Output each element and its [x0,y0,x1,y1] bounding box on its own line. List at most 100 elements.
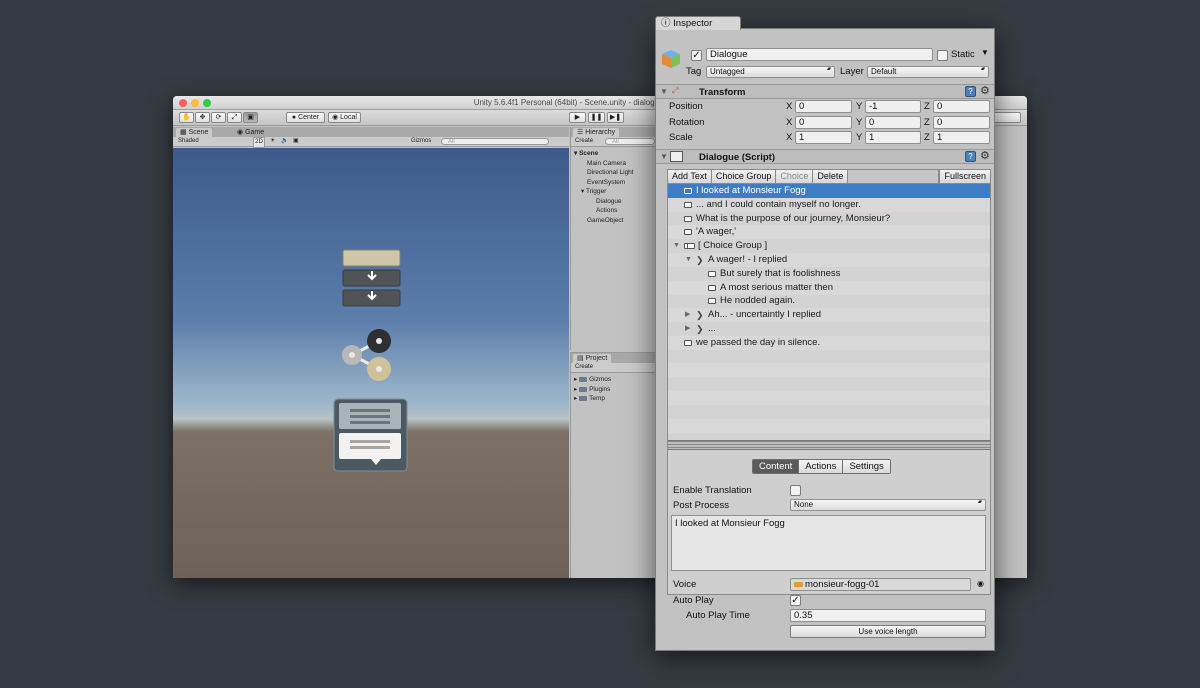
layer-dropdown[interactable]: Default [867,66,989,78]
lighting-toggle-icon[interactable]: ☀ [270,137,275,146]
gear-icon[interactable]: ⚙ [980,151,990,162]
dialogue-tree-row[interactable]: ... and I could contain myself no longer… [668,197,990,212]
position-x-field[interactable]: 0 [795,100,852,113]
effects-toggle-icon[interactable]: ▣ [293,137,299,146]
dialogue-tree-row[interactable]: He nodded again. [668,294,990,308]
dialogue-tree-row[interactable]: ▼ [ Choice Group ] [668,239,990,253]
dialogue-tree-row[interactable]: ▶ ❯... [668,322,990,336]
tab-project[interactable]: ▤ Project [573,354,612,363]
tab-inspector[interactable]: ⓘ Inspector [655,16,741,30]
project-folder-list: ▸ Gizmos ▸ Plugins ▸ Temp [571,373,656,404]
tab-actions[interactable]: Actions [799,460,844,473]
position-y-field[interactable]: -1 [865,100,921,113]
tab-hierarchy[interactable]: ☰ Hierarchy [573,128,620,137]
voice-value: monsieur-fogg-01 [805,579,880,590]
expand-right-icon[interactable]: ▶ [685,308,690,322]
minimize-window-button[interactable] [191,99,199,107]
gear-icon[interactable]: ⚙ [980,86,990,97]
scene-viewport[interactable] [173,148,569,578]
object-picker-icon[interactable]: ◉ [977,579,984,588]
hierarchy-create-dropdown[interactable]: Create [575,137,593,146]
enable-translation-checkbox[interactable] [790,485,801,496]
hierarchy-item[interactable]: Actions [571,206,656,216]
audio-toggle-icon[interactable]: 🔈 [281,137,288,146]
expand-down-icon[interactable]: ▼ [673,239,680,253]
mode-2d-toggle[interactable]: 2D [253,137,265,148]
rect-tool-button[interactable]: ▣ [243,112,258,123]
hierarchy-item[interactable]: EventSystem [571,178,656,188]
pivot-local-button[interactable]: ◉ Local [328,112,361,123]
dialogue-tree-row[interactable]: ▼ ❯ A wager! - I replied [668,253,990,267]
object-name-field[interactable]: Dialogue [706,48,933,61]
add-text-button[interactable]: Add Text [668,170,712,183]
project-folder-item[interactable]: ▸ Gizmos [571,375,656,385]
hierarchy-item[interactable]: Directional Light [571,168,656,178]
post-process-dropdown[interactable]: None [790,499,986,511]
static-dropdown-icon[interactable]: ▼ [981,48,989,57]
scale-tool-button[interactable]: ⤢ [227,112,242,123]
tab-scene[interactable]: ▦ Scene [176,128,213,137]
play-button[interactable]: ▶ [569,112,586,123]
dialogue-text-area[interactable]: I looked at Monsieur Fogg [671,515,986,571]
tab-project-label: Project [585,355,608,362]
hierarchy-search-input[interactable]: All [605,138,655,145]
expand-right-icon[interactable]: ▶ [685,322,690,336]
info-icon: ⓘ [661,18,671,29]
hierarchy-item-label: Scene [579,150,599,157]
tab-settings[interactable]: Settings [843,460,890,473]
move-tool-button[interactable]: ✥ [195,112,210,123]
panel-splitter[interactable] [668,440,990,450]
tab-content[interactable]: Content [753,460,800,473]
hierarchy-item-label: Trigger [585,188,607,195]
dialogue-script-header[interactable]: ▼ Dialogue (Script) ? ⚙ [656,149,994,164]
tag-dropdown[interactable]: Untagged [706,66,835,78]
hierarchy-item[interactable]: Main Camera [571,159,656,169]
dialogue-tree-row[interactable]: What is the purpose of our journey, Mons… [668,212,990,226]
rotation-y-field[interactable]: 0 [865,116,921,129]
rotation-x-field[interactable]: 0 [795,116,852,129]
position-z-field[interactable]: 0 [933,100,990,113]
close-window-button[interactable] [179,99,187,107]
use-voice-length-button[interactable]: Use voice length [790,625,986,638]
active-checkbox[interactable]: ✓ [691,50,702,61]
expand-down-icon[interactable]: ▼ [685,253,692,267]
step-button[interactable]: ▶❚ [607,112,624,123]
dialogue-tree-row[interactable]: I looked at Monsieur Fogg [668,184,990,198]
fullscreen-button[interactable]: Fullscreen [939,170,990,183]
rotation-z-field[interactable]: 0 [933,116,990,129]
scale-x-field[interactable]: 1 [795,131,852,144]
dialogue-tree-row[interactable]: we passed the day in silence. [668,335,990,350]
project-folder-item[interactable]: ▸ Temp [571,394,656,404]
hierarchy-item[interactable]: ▾ Trigger [571,187,656,197]
dialogue-tree-row[interactable]: 'A wager,' [668,225,990,240]
hierarchy-item[interactable]: GameObject [571,216,656,226]
project-folder-item[interactable]: ▸ Plugins [571,385,656,395]
hierarchy-item[interactable]: Dialogue [571,197,656,207]
auto-play-checkbox[interactable]: ✓ [790,595,801,606]
help-icon[interactable]: ? [965,86,976,97]
pause-button[interactable]: ❚❚ [588,112,605,123]
auto-play-time-field[interactable]: 0.35 [790,609,986,622]
rotate-tool-button[interactable]: ⟳ [211,112,226,123]
scene-search-input[interactable]: All [441,138,549,145]
hierarchy-item[interactable]: ▾ Scene [571,149,656,159]
shading-mode-dropdown[interactable]: Shaded [178,137,199,146]
voice-field[interactable]: monsieur-fogg-01 [790,578,971,591]
delete-button[interactable]: Delete [813,170,849,183]
hand-tool-button[interactable]: ✋ [179,112,194,123]
scale-z-field[interactable]: 1 [933,131,990,144]
help-icon[interactable]: ? [965,151,976,162]
pivot-center-button[interactable]: ● Center [286,112,325,123]
tab-game[interactable]: ◉ Game [233,128,268,137]
static-checkbox[interactable] [937,50,948,61]
dialogue-tree-row[interactable]: But surely that is foolishness [668,267,990,281]
project-create-dropdown[interactable]: Create [575,363,593,372]
dialogue-tree-row[interactable]: ▶ ❯ Ah... - uncertaintly I replied [668,308,990,323]
dialogue-tree-row[interactable]: A most serious matter then [668,280,990,295]
window-controls [179,99,211,107]
scale-y-field[interactable]: 1 [865,131,921,144]
gizmos-dropdown[interactable]: Gizmos [411,137,431,146]
transform-header[interactable]: ▼ ⤢ Transform ? ⚙ [656,84,994,99]
maximize-window-button[interactable] [203,99,211,107]
add-choice-group-button[interactable]: Choice Group [711,170,777,183]
